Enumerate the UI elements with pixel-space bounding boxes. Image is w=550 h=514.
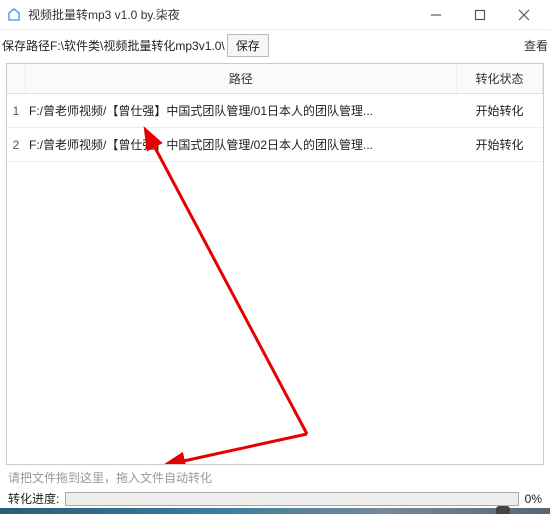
minimize-button[interactable] xyxy=(414,1,458,29)
save-path-value: F:\软件类\视频批量转化mp3v1.0\ xyxy=(50,37,225,54)
cell-status[interactable]: 开始转化 xyxy=(457,94,543,128)
table-row[interactable]: 1F:/曾老师视频/【曾仕强】中国式团队管理/01日本人的团队管理...开始转化 xyxy=(7,94,543,128)
maximize-button[interactable] xyxy=(458,1,502,29)
drag-hint: 请把文件拖到这里，拖入文件自动转化 xyxy=(0,467,550,488)
file-table-wrap: 路径 转化状态 1F:/曾老师视频/【曾仕强】中国式团队管理/01日本人的团队管… xyxy=(6,63,544,465)
cell-status[interactable]: 开始转化 xyxy=(457,128,543,162)
progress-percent: 0% xyxy=(525,492,542,506)
titlebar: 视频批量转mp3 v1.0 by.柒夜 xyxy=(0,0,550,30)
close-button[interactable] xyxy=(502,1,546,29)
save-button[interactable]: 保存 xyxy=(227,34,269,57)
save-path-label: 保存路径 xyxy=(2,37,50,54)
cell-index: 2 xyxy=(7,128,25,162)
cell-path: F:/曾老师视频/【曾仕强】中国式团队管理/01日本人的团队管理... xyxy=(25,94,457,128)
app-icon xyxy=(6,7,22,23)
cell-path: F:/曾老师视频/【曾仕强】中国式团队管理/02日本人的团队管理... xyxy=(25,128,457,162)
col-status-header[interactable]: 转化状态 xyxy=(457,64,543,94)
progress-row: 转化进度: 0% xyxy=(0,488,550,507)
bottom-strip xyxy=(0,508,550,514)
col-path-header[interactable]: 路径 xyxy=(25,64,457,94)
bottom-strip-bump xyxy=(496,506,510,514)
cell-index: 1 xyxy=(7,94,25,128)
save-path-row: 保存路径 F:\软件类\视频批量转化mp3v1.0\ 保存 查看 xyxy=(0,30,550,61)
file-table: 路径 转化状态 1F:/曾老师视频/【曾仕强】中国式团队管理/01日本人的团队管… xyxy=(7,64,543,162)
col-index-header xyxy=(7,64,25,94)
window-title: 视频批量转mp3 v1.0 by.柒夜 xyxy=(28,6,414,23)
table-row[interactable]: 2F:/曾老师视频/【曾仕强】中国式团队管理/02日本人的团队管理...开始转化 xyxy=(7,128,543,162)
progress-bar xyxy=(65,492,518,506)
view-fragment: 查看 xyxy=(524,37,548,54)
progress-label: 转化进度: xyxy=(8,490,59,507)
